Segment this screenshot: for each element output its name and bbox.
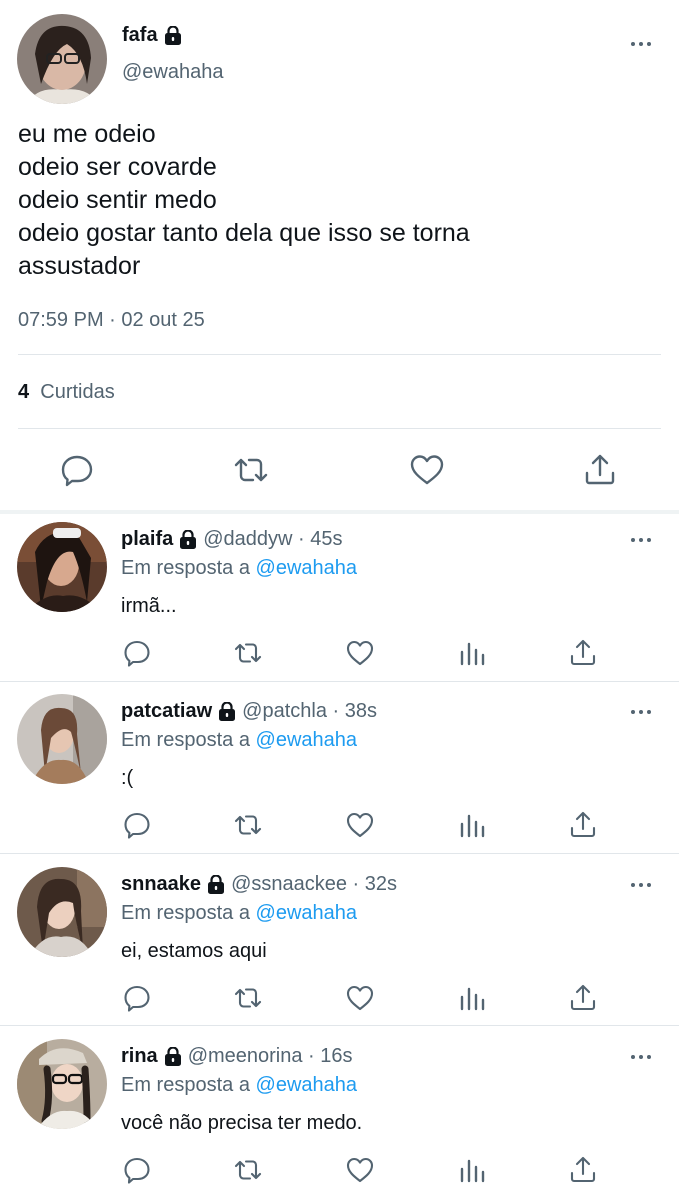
views-icon[interactable] [457,810,487,840]
reply-icon[interactable] [122,983,152,1013]
more-options-icon[interactable] [627,879,655,891]
share-icon[interactable] [568,1155,598,1185]
reply-icon[interactable] [122,1155,152,1185]
avatar[interactable] [17,867,107,957]
reply-context-mention[interactable]: @ewahaha [256,902,357,924]
reply-author-name: rina [121,1045,158,1067]
reply-handle-time: @meenorina · 16s [187,1045,353,1067]
reply-context-mention[interactable]: @ewahaha [256,557,357,579]
reply-context: Em resposta a @ewahaha [121,1074,357,1097]
reply-context-prefix: Em resposta a [121,557,250,579]
share-icon[interactable] [568,983,598,1013]
reply-author[interactable]: snnaake @ssnaackee · 32s [121,873,397,896]
tweet-text-line: eu me odeio [18,120,156,148]
tweet-text-line: odeio ser covarde [18,153,217,181]
reply-icon[interactable] [122,810,152,840]
share-icon[interactable] [568,638,598,668]
more-options-icon[interactable] [627,534,655,546]
lock-icon [208,874,225,894]
tweet-text-line: odeio gostar tanto dela que isso se torn… [18,219,470,247]
divider [0,1025,679,1026]
reply-context: Em resposta a @ewahaha [121,902,357,925]
tweet-text: eu me odeio odeio ser covarde odeio sent… [18,118,658,283]
likes-summary[interactable]: 4 Curtidas [18,381,115,404]
retweet-icon[interactable] [233,1155,263,1185]
like-icon[interactable] [345,638,375,668]
tweet-timestamp[interactable]: 07:59 PM · 02 out 25 [18,309,205,332]
lock-icon [164,25,181,45]
retweet-icon[interactable] [233,983,263,1013]
reply-context: Em resposta a @ewahaha [121,729,357,752]
like-icon[interactable] [345,1155,375,1185]
like-icon[interactable] [345,810,375,840]
tweet-text-line: assustador [18,252,141,280]
reply-text: você não precisa ter medo. [121,1112,363,1134]
reply-handle-time: @patchla · 38s [242,700,377,722]
reply-text: irmã... [121,595,177,617]
author-name-text: fafa [122,24,158,46]
reply-context-mention[interactable]: @ewahaha [256,1074,357,1096]
like-icon[interactable] [409,452,445,488]
divider [18,428,661,429]
share-icon[interactable] [582,452,618,488]
share-icon[interactable] [568,810,598,840]
views-icon[interactable] [457,638,487,668]
reply-context-prefix: Em resposta a [121,729,250,751]
avatar[interactable] [17,1039,107,1129]
more-options-icon[interactable] [627,706,655,718]
retweet-icon[interactable] [233,638,263,668]
author-name[interactable]: fafa [122,24,182,47]
divider [0,681,679,682]
reply-context-prefix: Em resposta a [121,902,250,924]
avatar[interactable] [17,14,107,104]
views-icon[interactable] [457,1155,487,1185]
views-icon[interactable] [457,983,487,1013]
reply-item[interactable]: patcatiaw @patchla · 38s Em resposta a @… [0,686,679,852]
avatar[interactable] [17,694,107,784]
likes-count: 4 [18,381,30,403]
reply-author-name: patcatiaw [121,700,213,722]
reply-handle-time: @ssnaackee · 32s [231,873,397,895]
more-options-icon[interactable] [627,1051,655,1063]
author-handle[interactable]: @ewahaha [122,61,223,84]
reply-item[interactable]: snnaake @ssnaackee · 32s Em resposta a @… [0,859,679,1025]
reply-item[interactable]: plaifa @daddyw · 45s Em resposta a @ewah… [0,514,679,680]
retweet-icon[interactable] [233,810,263,840]
reply-author-name: snnaake [121,873,202,895]
more-options-icon[interactable] [627,38,655,50]
reply-context-mention[interactable]: @ewahaha [256,729,357,751]
reply-author[interactable]: patcatiaw @patchla · 38s [121,700,377,723]
lock-icon [164,1046,181,1066]
lock-icon [219,701,236,721]
reply-context: Em resposta a @ewahaha [121,557,357,580]
reply-author[interactable]: plaifa @daddyw · 45s [121,528,343,551]
like-icon[interactable] [345,983,375,1013]
reply-item[interactable]: rina @meenorina · 16s Em resposta a @ewa… [0,1031,679,1200]
reply-icon[interactable] [122,638,152,668]
reply-text: ei, estamos aqui [121,940,267,962]
reply-author-name: plaifa [121,528,174,550]
reply-text: :( [121,767,134,789]
retweet-icon[interactable] [233,452,269,488]
reply-handle-time: @daddyw · 45s [203,528,343,550]
tweet-text-line: odeio sentir medo [18,186,217,214]
avatar[interactable] [17,522,107,612]
reply-context-prefix: Em resposta a [121,1074,250,1096]
likes-label: Curtidas [40,381,115,403]
divider [0,853,679,854]
reply-author[interactable]: rina @meenorina · 16s [121,1045,353,1068]
reply-icon[interactable] [59,452,95,488]
lock-icon [180,529,197,549]
divider [18,354,661,355]
